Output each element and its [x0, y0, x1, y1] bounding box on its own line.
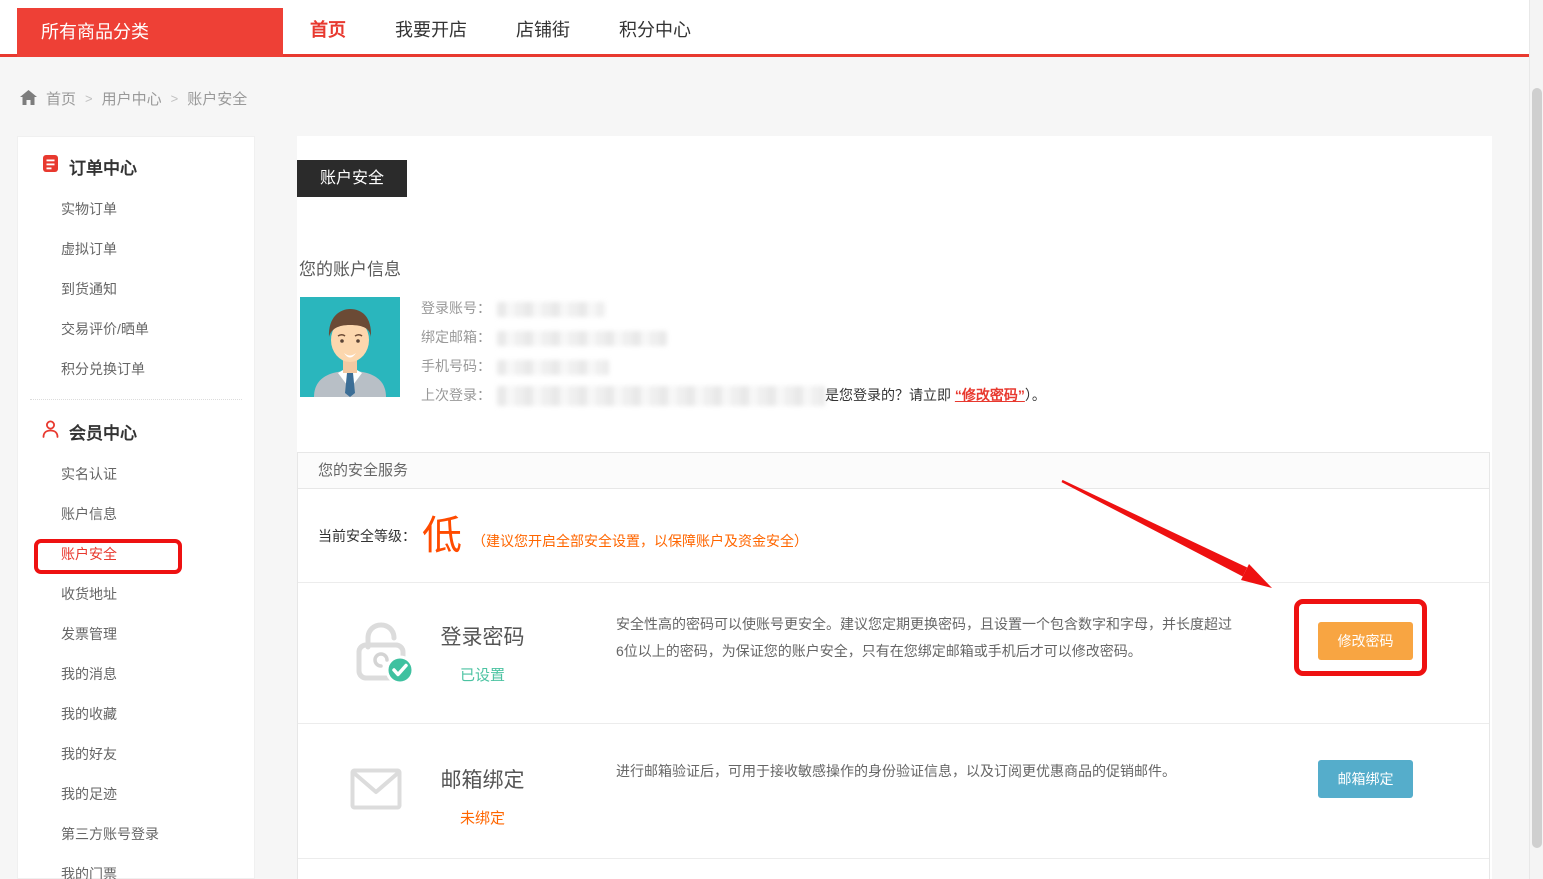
- nav-points-center[interactable]: 积分中心: [619, 16, 691, 42]
- top-header: 所有商品分类 首页 我要开店 店铺街 积分中心: [0, 0, 1543, 57]
- order-icon: [42, 154, 59, 178]
- scrollbar-thumb[interactable]: [1532, 88, 1542, 848]
- sidebar-item-account-security[interactable]: 账户安全: [18, 534, 254, 574]
- breadcrumb-account-security[interactable]: 账户安全: [187, 88, 247, 109]
- security-level-value: 低: [422, 516, 462, 556]
- sidebar-item-my-tickets[interactable]: 我的门票: [18, 854, 254, 879]
- change-password-button[interactable]: 修改密码: [1318, 622, 1413, 660]
- sidebar: 订单中心 实物订单 虚拟订单 到货通知 交易评价/晒单 积分兑换订单 会员中心 …: [17, 136, 255, 879]
- service-row-email-binding: 邮箱绑定 未绑定 进行邮箱验证后，可用于接收敏感操作的身份验证信息，以及订阅更优…: [298, 724, 1489, 859]
- main-content: 账户安全 您的账户信息 登录账号： 绑定邮箱： 手机号码： 上次登录: [297, 136, 1492, 879]
- field-label: 绑定邮箱：: [421, 329, 491, 345]
- security-level-row: 当前安全等级： 低 （建议您开启全部安全设置，以保障账户及资金安全）: [298, 489, 1489, 583]
- service-description: 安全性高的密码可以使账号更安全。建议您定期更换密码，且设置一个包含数字和字母，并…: [616, 611, 1234, 665]
- change-password-link[interactable]: “修改密码”: [955, 387, 1025, 403]
- sidebar-item-my-favorites[interactable]: 我的收藏: [18, 694, 254, 734]
- sidebar-item-my-friends[interactable]: 我的好友: [18, 734, 254, 774]
- sidebar-section-member-center: 会员中心: [18, 408, 254, 454]
- service-status: 已设置: [400, 664, 565, 685]
- field-bound-email: 绑定邮箱：: [421, 323, 1046, 352]
- sidebar-divider: [30, 399, 242, 400]
- sidebar-item-third-party-login[interactable]: 第三方账号登录: [18, 814, 254, 854]
- sidebar-item-my-footprints[interactable]: 我的足迹: [18, 774, 254, 814]
- redacted-value: [497, 331, 667, 346]
- service-name: 登录密码: [400, 621, 565, 651]
- scrollbar-track[interactable]: [1529, 0, 1543, 879]
- service-row-login-password: 登录密码 已设置 安全性高的密码可以使账号更安全。建议您定期更换密码，且设置一个…: [298, 583, 1489, 724]
- field-label: 手机号码：: [421, 358, 491, 374]
- sidebar-item-shipping-address[interactable]: 收货地址: [18, 574, 254, 614]
- sidebar-section-title: 订单中心: [69, 154, 137, 179]
- breadcrumb-user-center[interactable]: 用户中心: [102, 88, 162, 109]
- service-name: 邮箱绑定: [400, 764, 565, 794]
- breadcrumb-separator: >: [171, 91, 179, 106]
- sidebar-item-my-messages[interactable]: 我的消息: [18, 654, 254, 694]
- sidebar-item-invoice-management[interactable]: 发票管理: [18, 614, 254, 654]
- sidebar-item-virtual-orders[interactable]: 虚拟订单: [18, 229, 254, 269]
- breadcrumb-separator: >: [85, 91, 93, 106]
- redacted-value: [497, 360, 609, 375]
- panel-title: 您的安全服务: [298, 453, 1489, 489]
- avatar: [300, 297, 400, 397]
- top-nav: 首页 我要开店 店铺街 积分中心: [310, 0, 691, 57]
- field-label: 登录账号：: [421, 300, 491, 316]
- mail-icon: [350, 768, 402, 815]
- sidebar-item-reviews[interactable]: 交易评价/晒单: [18, 309, 254, 349]
- last-login-tail: ）。: [1025, 387, 1046, 403]
- service-status: 未绑定: [400, 807, 565, 828]
- field-last-login: 上次登录： 是您登录的？请立即 “修改密码”）。: [421, 381, 1046, 410]
- service-title-box: 邮箱绑定 未绑定: [400, 764, 565, 828]
- field-login-account: 登录账号：: [421, 294, 1046, 323]
- sidebar-section-title: 会员中心: [69, 419, 137, 444]
- breadcrumb: 首页 > 用户中心 > 账户安全: [20, 86, 247, 110]
- sidebar-section-order-center: 订单中心: [18, 143, 254, 189]
- member-icon: [42, 420, 59, 443]
- sidebar-item-arrival-notice[interactable]: 到货通知: [18, 269, 254, 309]
- account-info-heading: 您的账户信息: [299, 255, 401, 280]
- service-title-box: 登录密码 已设置: [400, 621, 565, 685]
- nav-shop-street[interactable]: 店铺街: [516, 16, 570, 42]
- security-services-panel: 您的安全服务 当前安全等级： 低 （建议您开启全部安全设置，以保障账户及资金安全…: [297, 452, 1490, 879]
- service-description: 进行邮箱验证后，可用于接收敏感操作的身份验证信息，以及订阅更优惠商品的促销邮件。: [616, 758, 1234, 785]
- home-icon: [20, 90, 37, 106]
- sidebar-item-account-info[interactable]: 账户信息: [18, 494, 254, 534]
- page-title-badge: 账户安全: [297, 160, 407, 197]
- sidebar-item-points-orders[interactable]: 积分兑换订单: [18, 349, 254, 389]
- security-level-label: 当前安全等级：: [318, 526, 416, 546]
- all-categories-button[interactable]: 所有商品分类: [17, 8, 283, 57]
- security-level-note: （建议您开启全部安全设置，以保障账户及资金安全）: [472, 531, 808, 551]
- field-mobile-number: 手机号码：: [421, 352, 1046, 381]
- redacted-value: [497, 386, 825, 406]
- bind-email-button[interactable]: 邮箱绑定: [1318, 760, 1413, 798]
- breadcrumb-home[interactable]: 首页: [46, 88, 76, 109]
- nav-open-shop[interactable]: 我要开店: [395, 16, 467, 42]
- sidebar-item-real-name-auth[interactable]: 实名认证: [18, 454, 254, 494]
- account-fields: 登录账号： 绑定邮箱： 手机号码： 上次登录： 是您登录的？请立即 “修改密码”）…: [421, 294, 1046, 410]
- field-label: 上次登录：: [421, 387, 491, 403]
- sidebar-item-physical-orders[interactable]: 实物订单: [18, 189, 254, 229]
- nav-home[interactable]: 首页: [310, 16, 346, 42]
- redacted-value: [497, 302, 605, 317]
- last-login-text: 是您登录的？请立即: [825, 387, 951, 403]
